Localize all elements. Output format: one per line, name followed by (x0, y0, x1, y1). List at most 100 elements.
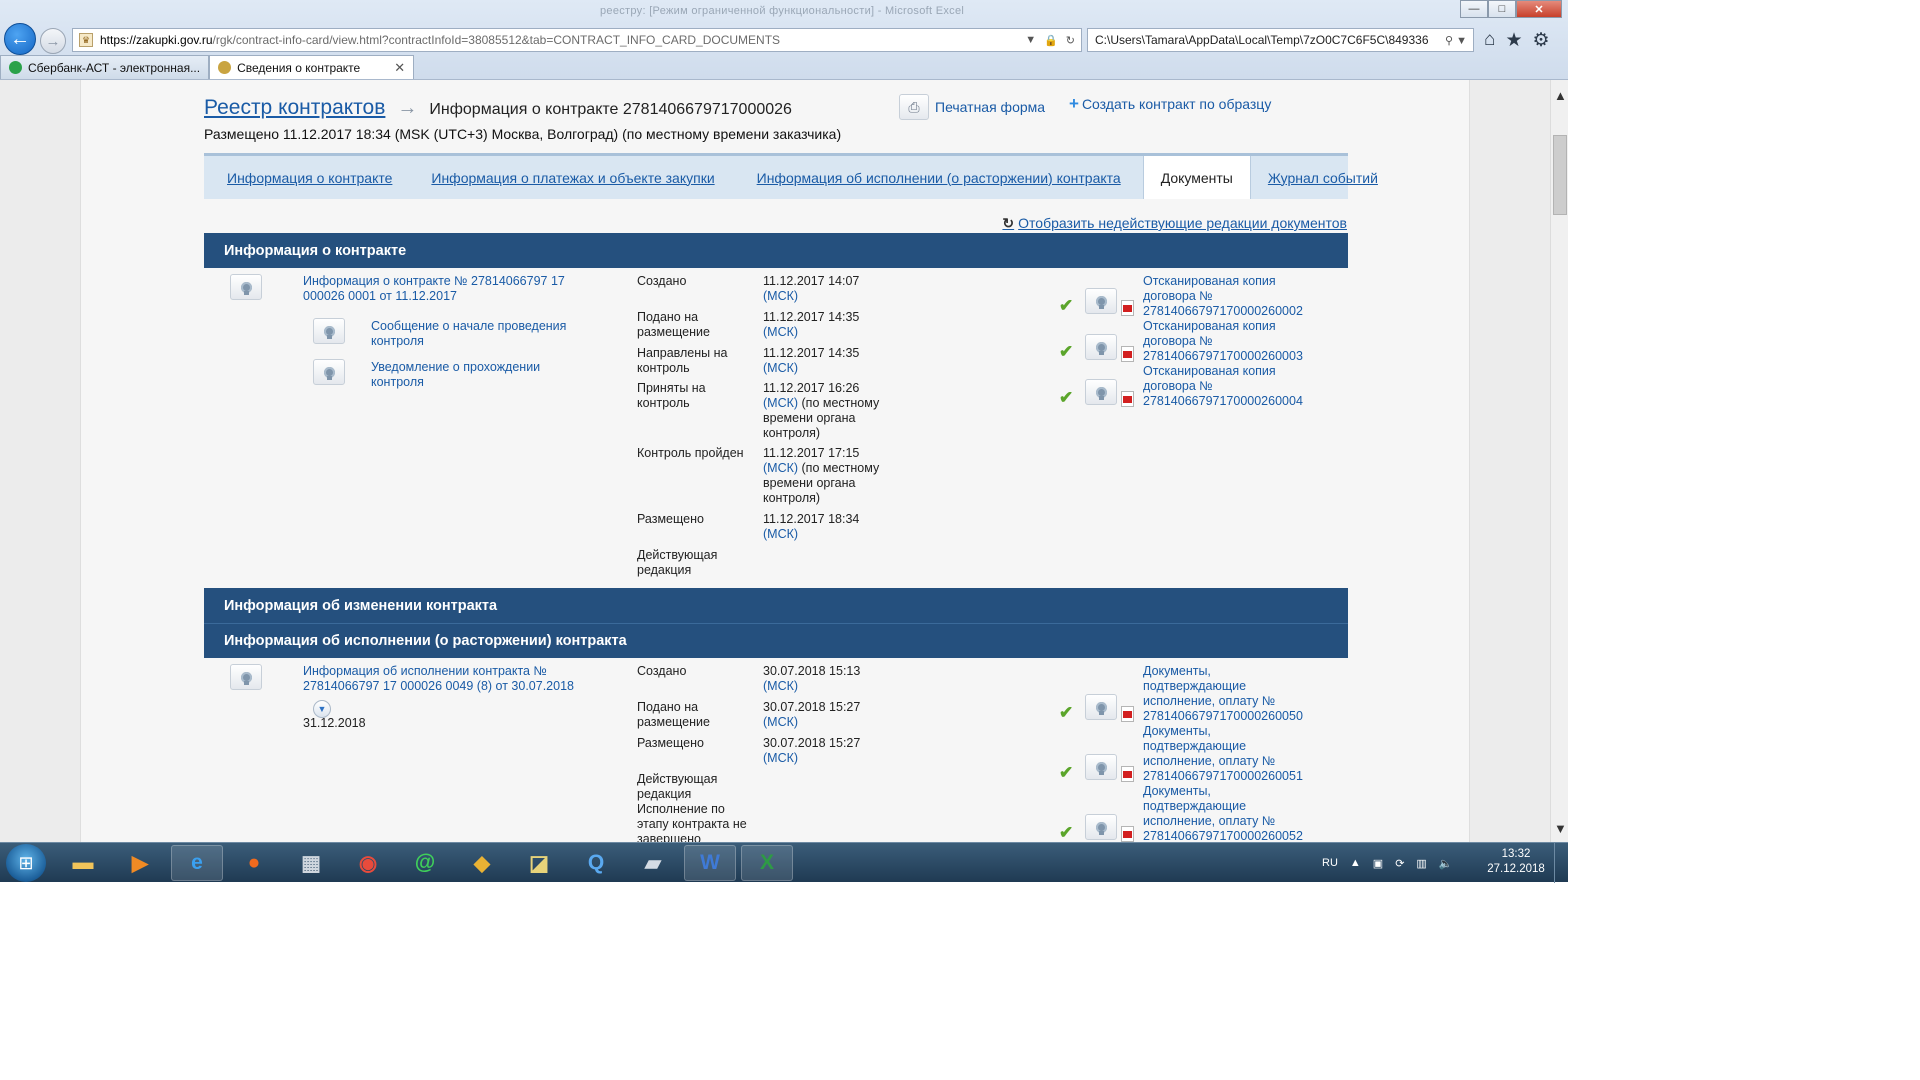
network-icon[interactable]: ▥ (1416, 857, 1426, 870)
page-title: Информация о контракте 27814066797170000… (429, 101, 792, 118)
favorites-star-icon[interactable]: ★ (1505, 29, 1522, 52)
signature-medal-icon[interactable] (1085, 288, 1117, 314)
checkmark-icon: ✔ (1059, 763, 1074, 782)
extra-date: 31.12.2018 (303, 716, 366, 730)
settings-gear-icon[interactable]: ⚙ (1533, 29, 1550, 52)
home-icon[interactable]: ⌂ (1484, 29, 1495, 52)
attachment-link[interactable]: Документы, подтверждающие исполнение, оп… (1143, 664, 1313, 724)
tray-app-icon[interactable]: ▣ (1373, 857, 1383, 870)
checkmark-icon: ✔ (1059, 703, 1074, 722)
attachment-link[interactable]: Документы, подтверждающие исполнение, оп… (1143, 784, 1313, 842)
tab-event-log[interactable]: Журнал событий (1268, 170, 1378, 186)
execution-document-link[interactable]: Информация об исполнении контракта № 278… (303, 664, 593, 694)
calculator-taskbar-button[interactable]: ▦ (285, 845, 337, 881)
tab-contract-info[interactable]: Информация о контракте (227, 170, 392, 186)
event-date: 11.12.2017 17:15 (МСК) (по местному време… (763, 446, 880, 505)
scroll-up-icon[interactable]: ▲ (1554, 88, 1567, 103)
excel-taskbar-button[interactable]: X (741, 845, 793, 881)
pdf-icon[interactable] (1121, 706, 1134, 722)
search-icon[interactable]: ⚲ (1445, 35, 1453, 47)
back-button[interactable]: ← (4, 23, 36, 55)
windows-logo-icon: ⊞ (18, 852, 34, 873)
maximize-button[interactable]: □ (1488, 0, 1516, 18)
browser-tab-sberbank[interactable]: Сбербанк-АСТ - электронная... (0, 55, 210, 79)
close-tab-icon[interactable]: ✕ (394, 60, 405, 76)
ie-taskbar-button[interactable]: e (171, 845, 223, 881)
section-header-contract[interactable]: Информация о контракте (204, 233, 1348, 268)
second-address-text: C:\Users\Tamara\AppData\Local\Temp\7zO0C… (1095, 33, 1429, 47)
breadcrumb-registry-link[interactable]: Реестр контрактов (204, 96, 385, 120)
emblem-favicon-icon (218, 61, 232, 74)
print-form-button[interactable]: ⎙ Печатная форма (899, 94, 1045, 120)
attachment-link[interactable]: Документы, подтверждающие исполнение, оп… (1143, 724, 1313, 784)
media-player-taskbar-button[interactable]: ▶ (114, 845, 166, 881)
tray-expand-icon[interactable]: ▲ (1350, 857, 1361, 869)
document-medal-icon[interactable] (313, 318, 345, 344)
firefox-taskbar-button[interactable]: ● (228, 845, 280, 881)
create-by-sample-button[interactable]: + Создать контракт по образцу (1069, 94, 1271, 114)
tray-sync-icon[interactable]: ⟳ (1395, 857, 1404, 870)
section-header-execution[interactable]: Информация об исполнении (о расторжении)… (204, 623, 1348, 658)
content-area: Реестр контрактов → Информация о контрак… (80, 80, 1470, 842)
event-label: Размещено (637, 736, 704, 750)
dropdown-arrow-icon[interactable]: ▼ (1025, 34, 1036, 47)
signature-medal-icon[interactable] (1085, 814, 1117, 840)
signature-medal-icon[interactable] (1085, 754, 1117, 780)
explorer-taskbar-button[interactable]: ▬ (57, 845, 109, 881)
qip-taskbar-button[interactable]: Q (570, 845, 622, 881)
event-date: 11.12.2017 14:35 (МСК) (763, 346, 860, 375)
signature-medal-icon[interactable] (1085, 379, 1117, 405)
tab-documents[interactable]: Документы (1142, 156, 1251, 199)
word-taskbar-button[interactable]: W (684, 845, 736, 881)
scanner-taskbar-button[interactable]: ▰ (627, 845, 679, 881)
signature-medal-icon[interactable] (1085, 694, 1117, 720)
attachment-link[interactable]: Отсканированая копия договора № 27814066… (1143, 364, 1313, 409)
show-inactive-link[interactable]: ↻ Отобразить недействующие редакции докум… (1002, 215, 1347, 232)
scroll-thumb[interactable] (1553, 135, 1567, 215)
control-pass-notice-link[interactable]: Уведомление о прохождении контроля (371, 360, 581, 390)
pdf-icon[interactable] (1121, 300, 1134, 316)
language-indicator[interactable]: RU (1322, 857, 1338, 869)
scroll-down-icon[interactable]: ▼ (1554, 821, 1567, 836)
pdf-icon[interactable] (1121, 391, 1134, 407)
document-medal-icon[interactable] (230, 274, 262, 300)
browser-tab-contract[interactable]: Сведения о контракте ✕ (209, 55, 415, 79)
contract-document-link[interactable]: Информация о контракте № 27814066797 17 … (303, 274, 583, 304)
pdf-icon[interactable] (1121, 766, 1134, 782)
refresh-icon[interactable]: ↻ (1066, 34, 1075, 47)
event-date: 11.12.2017 18:34 (МСК) (763, 512, 860, 541)
dropdown-arrow-icon[interactable]: ▼ (1456, 35, 1467, 47)
close-window-button[interactable]: ✕ (1516, 0, 1562, 18)
chrome-taskbar-button[interactable]: ◉ (342, 845, 394, 881)
event-label: Направлены на контроль (637, 346, 728, 375)
volume-icon[interactable]: 🔈 (1439, 857, 1453, 870)
pdf-icon[interactable] (1121, 826, 1134, 842)
lock-icon[interactable]: 🔒 (1044, 34, 1058, 47)
breadcrumb: Реестр контрактов → Информация о контрак… (204, 96, 792, 120)
games-taskbar-button[interactable]: ◆ (456, 845, 508, 881)
document-medal-icon[interactable] (313, 359, 345, 385)
signature-medal-icon[interactable] (1085, 334, 1117, 360)
control-start-message-link[interactable]: Сообщение о начале проведения контроля (371, 319, 581, 349)
sticky-notes-icon: ◪ (529, 851, 549, 875)
notes-taskbar-button[interactable]: ◪ (513, 845, 565, 881)
clock[interactable]: 13:32 27.12.2018 (1486, 847, 1546, 877)
search-address-field[interactable]: C:\Users\Tamara\AppData\Local\Temp\7zO0C… (1087, 28, 1474, 52)
tab-execution[interactable]: Информация об исполнении (о расторжении)… (757, 170, 1121, 186)
vertical-scrollbar[interactable]: ▲ ▼ (1550, 80, 1568, 842)
mail-agent-taskbar-button[interactable]: @ (399, 845, 451, 881)
tab-payments[interactable]: Информация о платежах и объекте закупки (431, 170, 714, 186)
qip-icon: Q (587, 851, 605, 874)
section-header-changes[interactable]: Информация об изменении контракта (204, 588, 1348, 623)
document-medal-icon[interactable] (230, 664, 262, 690)
start-button[interactable]: ⊞ (6, 844, 46, 882)
address-bar[interactable]: ♛ https://zakupki.gov.ru/rgk/contract-in… (72, 28, 1082, 52)
minimize-button[interactable]: — (1460, 0, 1488, 18)
attachment-link[interactable]: Отсканированая копия договора № 27814066… (1143, 319, 1313, 364)
clock-date: 27.12.2018 (1487, 863, 1545, 875)
forward-button[interactable]: → (40, 28, 66, 54)
show-desktop-button[interactable] (1554, 843, 1568, 883)
pdf-icon[interactable] (1121, 346, 1134, 362)
create-by-sample-label: Создать контракт по образцу (1081, 96, 1272, 112)
attachment-link[interactable]: Отсканированая копия договора № 27814066… (1143, 274, 1313, 319)
